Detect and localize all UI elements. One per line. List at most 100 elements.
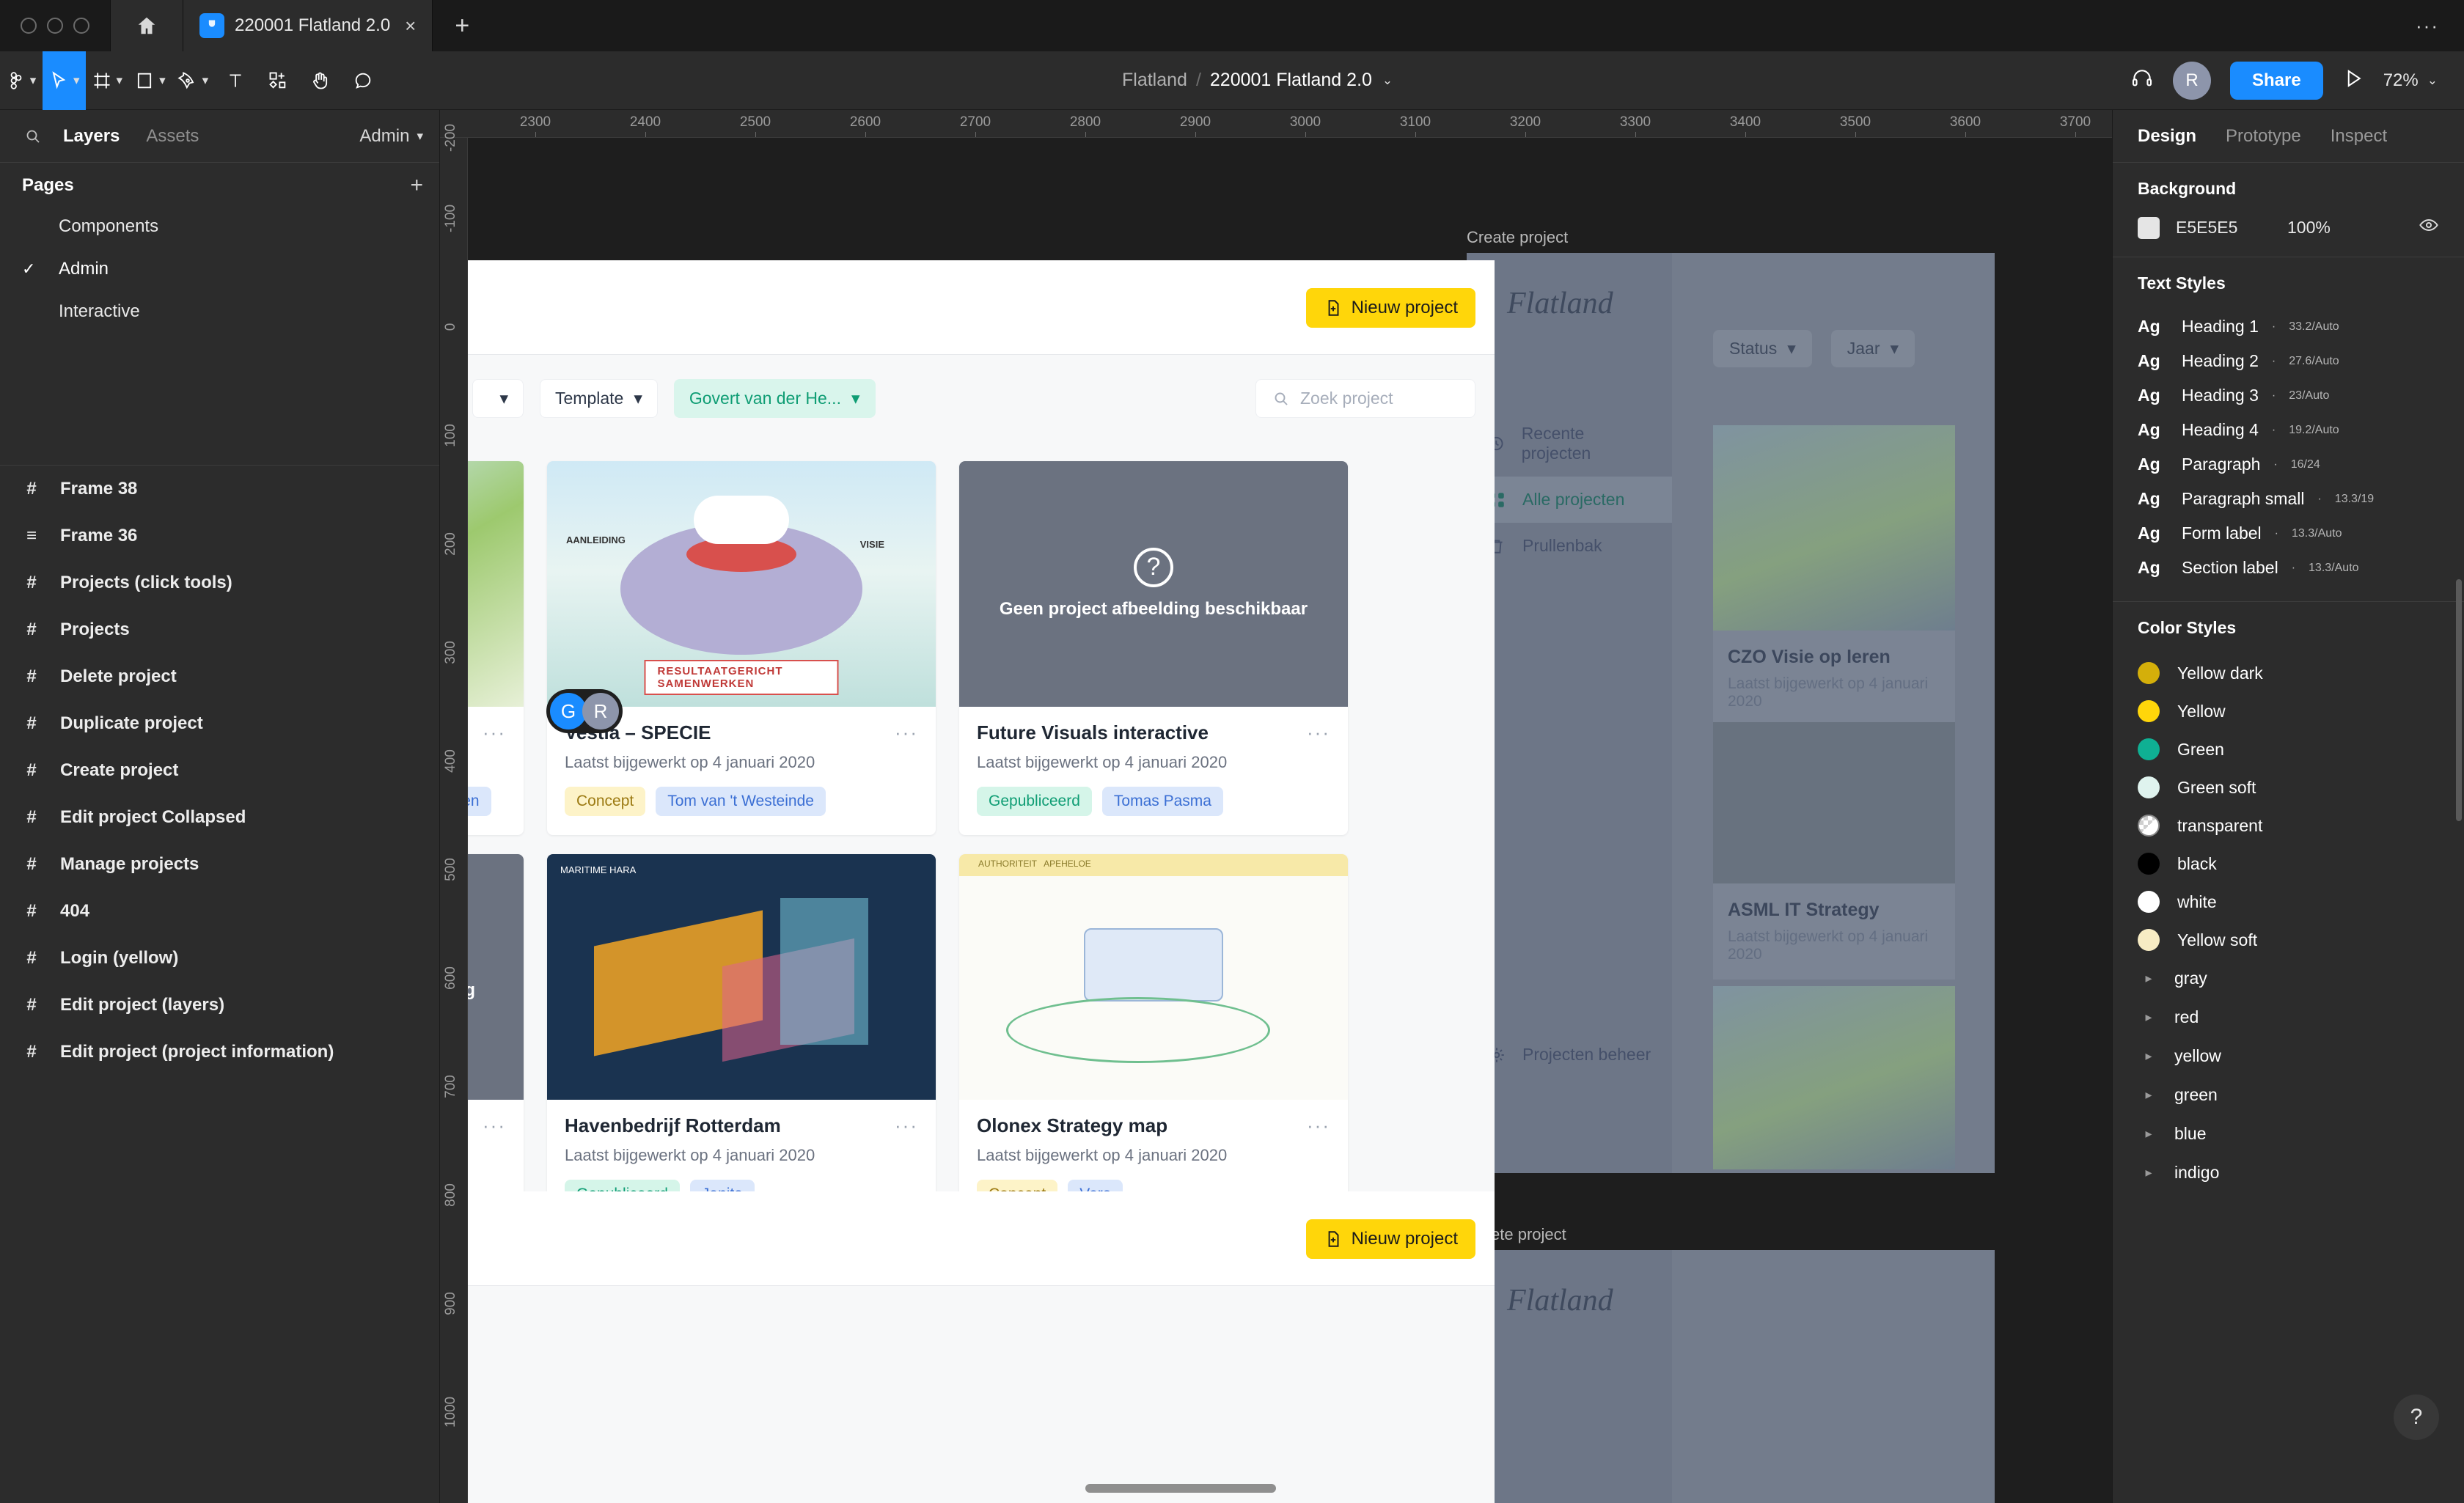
layer-row[interactable]: # Duplicate project — [0, 700, 439, 747]
background-hex-value[interactable]: E5E5E5 — [2176, 218, 2271, 238]
close-window-button[interactable] — [21, 18, 37, 34]
artboard-create-project[interactable]: Create project Flatland Recente projecte… — [1467, 253, 1995, 1173]
components-tool-button[interactable] — [257, 51, 299, 110]
avatar[interactable]: R — [2173, 62, 2211, 100]
text-style-row[interactable]: Ag Paragraph small · 13.3/19 — [2138, 482, 2439, 516]
cursor-avatar[interactable]: R — [582, 693, 619, 730]
layer-row[interactable]: # Manage projects — [0, 841, 439, 888]
nav-item-manage[interactable]: Projecten beheer — [1467, 1032, 1671, 1078]
color-style-row[interactable]: Yellow soft — [2138, 921, 2439, 959]
add-page-button[interactable]: + — [410, 173, 423, 198]
layer-row[interactable]: # Create project — [0, 747, 439, 794]
layer-row[interactable]: # Projects — [0, 606, 439, 653]
layer-row[interactable]: # Edit project Collapsed — [0, 794, 439, 841]
project-card[interactable]: MARITIME HARA Havenbedrijf Rotterdam ···… — [547, 854, 936, 1228]
pen-tool-button[interactable]: ▾ — [172, 51, 215, 110]
tab-layers[interactable]: Layers — [50, 126, 133, 147]
minimize-window-button[interactable] — [47, 18, 63, 34]
search-button[interactable] — [16, 128, 50, 145]
zoom-control[interactable]: 72% ⌄ — [2383, 70, 2438, 91]
background-color-swatch[interactable] — [2138, 217, 2160, 239]
browser-tab-active[interactable]: 220001 Flatland 2.0 × — [183, 0, 433, 51]
chevron-down-icon[interactable]: ⌄ — [1382, 73, 1393, 88]
project-card[interactable]: AUTHORITEIT APEHELOE Olonex Strategy map… — [959, 854, 1348, 1228]
card-menu-button[interactable]: ··· — [895, 1114, 918, 1137]
frame-tool-button[interactable]: ▾ — [86, 51, 129, 110]
layer-row[interactable]: # Delete project — [0, 653, 439, 700]
tab-design[interactable]: Design — [2138, 126, 2196, 147]
filter-status-dropdown[interactable]: ▾ — [472, 379, 524, 418]
layer-row[interactable]: # Login (yellow) — [0, 935, 439, 982]
nav-item-trash[interactable]: Prullenbak — [1467, 523, 1672, 569]
home-button[interactable] — [110, 0, 183, 51]
artboard-delete-project[interactable]: Delete project Flatland — [1467, 1250, 1995, 1503]
close-tab-button[interactable]: × — [405, 16, 416, 35]
text-style-row[interactable]: Ag Heading 2 · 27.6/Auto — [2138, 344, 2439, 378]
layer-row[interactable]: ≡ Frame 36 — [0, 512, 439, 559]
filter-year[interactable]: Jaar▾ — [1831, 330, 1915, 367]
color-group-blue[interactable]: ▸ blue — [2138, 1114, 2439, 1153]
move-tool-button[interactable]: ▾ — [43, 51, 86, 110]
tab-inspect[interactable]: Inspect — [2331, 126, 2387, 147]
window-menu-button[interactable]: ··· — [2416, 0, 2464, 51]
layer-row[interactable]: # Frame 38 — [0, 466, 439, 512]
card-menu-button[interactable]: ··· — [483, 721, 506, 744]
project-card[interactable]: RESULTAATGERICHT SAMENWERKEN AANLEIDING … — [547, 461, 936, 835]
color-style-row[interactable]: Yellow — [2138, 692, 2439, 730]
layer-row[interactable]: # 404 — [0, 888, 439, 935]
share-button[interactable]: Share — [2230, 62, 2323, 100]
text-style-row[interactable]: Ag Paragraph · 16/24 — [2138, 447, 2439, 482]
nav-item-all[interactable]: Alle projecten — [1467, 477, 1672, 523]
visibility-toggle-button[interactable] — [2419, 215, 2439, 240]
text-style-row[interactable]: Ag Heading 1 · 33.2/Auto — [2138, 309, 2439, 344]
text-style-row[interactable]: Ag Heading 4 · 19.2/Auto — [2138, 413, 2439, 447]
help-button[interactable]: ? — [2394, 1394, 2439, 1440]
layer-row[interactable]: # Edit project (project information) — [0, 1029, 439, 1076]
shape-tool-button[interactable]: ▾ — [128, 51, 172, 110]
text-style-row[interactable]: Ag Form label · 13.3/Auto — [2138, 516, 2439, 551]
color-group-indigo[interactable]: ▸ indigo — [2138, 1153, 2439, 1192]
text-tool-button[interactable] — [214, 51, 257, 110]
color-style-row[interactable]: Green — [2138, 730, 2439, 768]
background-opacity-value[interactable]: 100% — [2287, 218, 2402, 238]
color-group-yellow[interactable]: ▸ yellow — [2138, 1037, 2439, 1076]
page-item-admin[interactable]: ✓ Admin — [0, 248, 439, 290]
filter-status[interactable]: Status▾ — [1713, 330, 1812, 367]
page-selector[interactable]: Admin ▾ — [359, 126, 423, 147]
project-card[interactable]: ? Geen project afbeelding beschikbaar Fu… — [959, 461, 1348, 835]
color-style-row[interactable]: white — [2138, 883, 2439, 921]
maximize-window-button[interactable] — [73, 18, 89, 34]
breadcrumb-filename[interactable]: 220001 Flatland 2.0 — [1210, 70, 1372, 91]
page-item-components[interactable]: Components — [0, 205, 439, 248]
card-menu-button[interactable]: ··· — [1307, 1114, 1330, 1137]
layer-row[interactable]: # Edit project (layers) — [0, 982, 439, 1029]
new-project-button[interactable]: Nieuw project — [1306, 1219, 1475, 1259]
card-menu-button[interactable]: ··· — [895, 721, 918, 744]
search-input[interactable]: Zoek project — [1255, 379, 1475, 418]
nav-item-recent[interactable]: Recente projecten — [1467, 411, 1672, 477]
artboard-projects-second[interactable]: Nieuw project — [453, 1191, 1495, 1503]
figma-menu-button[interactable]: ▾ — [0, 51, 43, 110]
card-menu-button[interactable]: ··· — [1307, 721, 1330, 744]
color-style-row[interactable]: black — [2138, 845, 2439, 883]
color-style-row[interactable]: Green soft — [2138, 768, 2439, 806]
card-menu-button[interactable]: ··· — [483, 1114, 506, 1137]
tab-prototype[interactable]: Prototype — [2226, 126, 2301, 147]
canvas-horizontal-scrollbar[interactable] — [1085, 1484, 1276, 1493]
hand-tool-button[interactable] — [299, 51, 342, 110]
new-tab-button[interactable]: + — [433, 0, 491, 51]
breadcrumb-team[interactable]: Flatland — [1122, 70, 1187, 91]
filter-template-dropdown[interactable]: Template ▾ — [540, 379, 658, 418]
new-project-button[interactable]: Nieuw project — [1306, 288, 1475, 328]
color-group-red[interactable]: ▸ red — [2138, 998, 2439, 1037]
color-style-row[interactable]: Yellow dark — [2138, 654, 2439, 692]
design-panel-scrollbar[interactable] — [2456, 579, 2462, 821]
layer-row[interactable]: # Projects (click tools) — [0, 559, 439, 606]
filter-person-dropdown[interactable]: Govert van der He... ▾ — [674, 379, 876, 418]
cursor-avatar[interactable]: G — [550, 693, 587, 730]
color-style-row[interactable]: transparent — [2138, 806, 2439, 845]
present-button[interactable] — [2342, 67, 2364, 93]
text-style-row[interactable]: Ag Section label · 13.3/Auto — [2138, 551, 2439, 585]
color-group-gray[interactable]: ▸ gray — [2138, 959, 2439, 998]
text-style-row[interactable]: Ag Heading 3 · 23/Auto — [2138, 378, 2439, 413]
